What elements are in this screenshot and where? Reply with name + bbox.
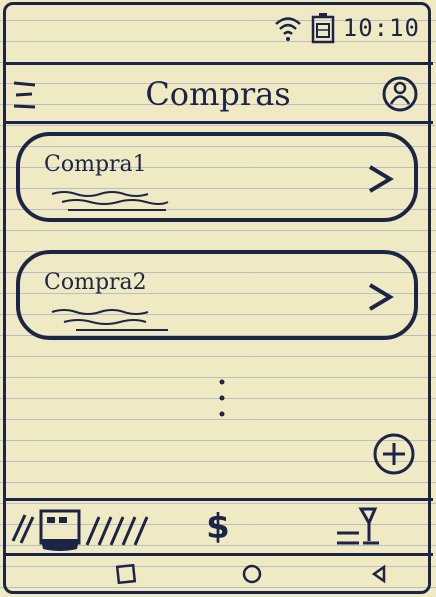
app-header: Compras bbox=[3, 62, 433, 124]
placeholder-text-lines bbox=[51, 191, 169, 211]
status-time: 10:10 bbox=[342, 14, 420, 42]
page-title: Compras bbox=[145, 75, 291, 113]
more-items-ellipsis-icon bbox=[219, 379, 225, 417]
bottom-navigation: $ bbox=[3, 498, 433, 556]
placeholder-text-lines bbox=[51, 309, 168, 331]
square-button-icon[interactable] bbox=[114, 562, 138, 586]
purchases-tab-icon[interactable] bbox=[7, 505, 155, 553]
purchase-label: Compra2 bbox=[44, 270, 147, 295]
split-drink-icon[interactable] bbox=[333, 505, 389, 553]
battery-icon bbox=[311, 13, 334, 44]
wifi-icon bbox=[274, 17, 301, 41]
profile-icon[interactable] bbox=[381, 75, 419, 113]
circle-button-icon[interactable] bbox=[240, 562, 264, 586]
purchase-card-1[interactable]: Compra1 bbox=[16, 132, 418, 222]
chevron-right-icon bbox=[368, 165, 394, 193]
purchase-label: Compra1 bbox=[44, 152, 147, 177]
triangle-button-icon[interactable] bbox=[368, 562, 392, 586]
dollar-icon[interactable]: $ bbox=[205, 507, 231, 555]
chevron-right-icon bbox=[368, 283, 394, 311]
add-purchase-button[interactable] bbox=[372, 432, 416, 476]
status-bar: 10:10 bbox=[273, 8, 420, 48]
purchase-card-2[interactable]: Compra2 bbox=[16, 250, 418, 340]
